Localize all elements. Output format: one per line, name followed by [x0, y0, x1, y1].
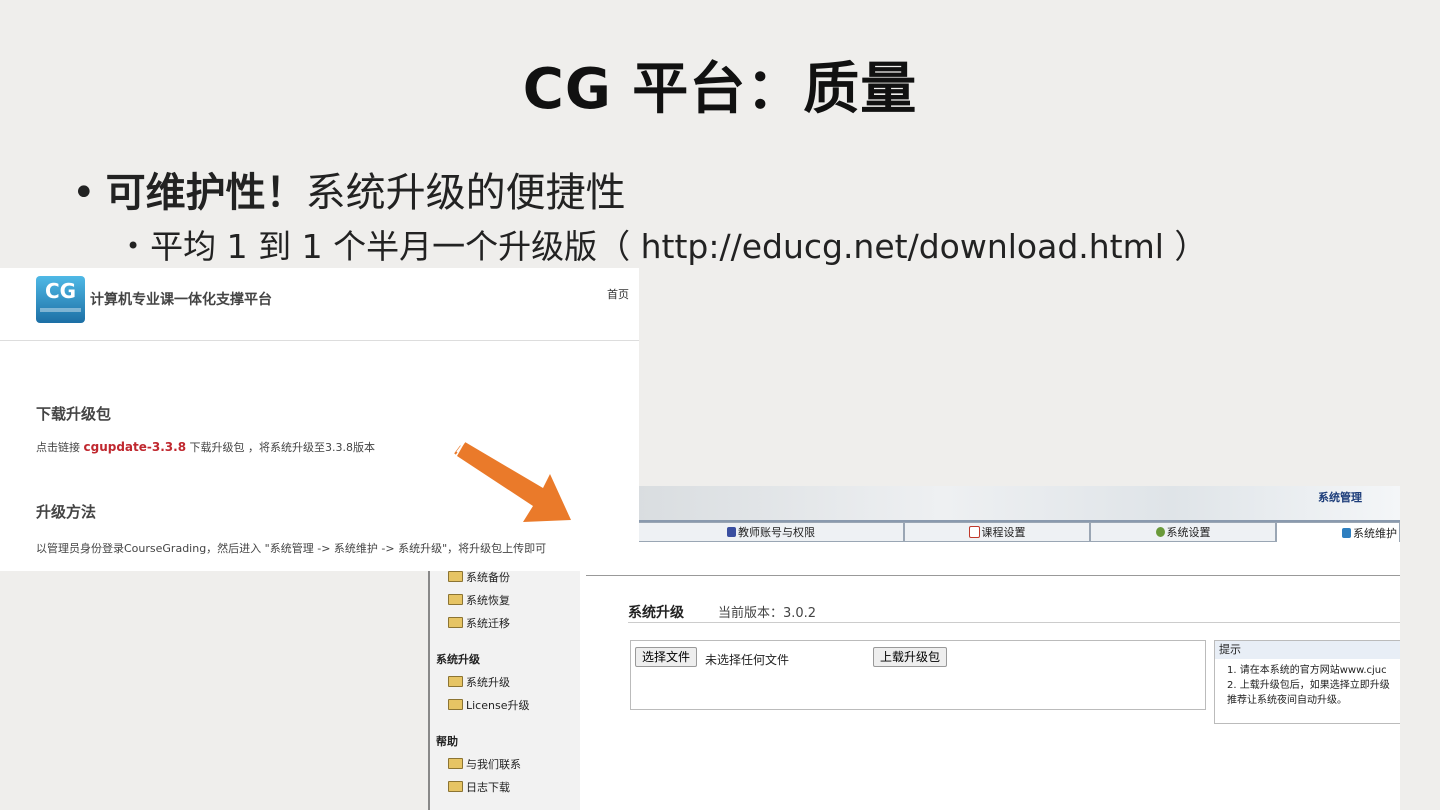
bullet-maintainability: • 可维护性！系统升级的便捷性 [72, 160, 626, 218]
folder-icon [448, 571, 463, 582]
tab-course-settings[interactable]: 课程设置 [904, 522, 1090, 542]
text: 下载升级包 ，将系统升级至3.3.8版本 [189, 441, 376, 454]
tip-line: 2. 上载升级包后，如果选择立即升级 [1227, 680, 1390, 691]
tip-line: 1. 请在本系统的官方网站www.cjuc [1227, 665, 1387, 676]
bullet-strong-text: 可维护性！ [105, 170, 306, 216]
tip-panel: 提示 1. 请在本系统的官方网站www.cjuc 2. 上载升级包后，如果选择立… [1214, 640, 1400, 724]
download-heading: 下载升级包 [36, 405, 112, 423]
sidebar-item-label: 系统备份 [466, 571, 510, 584]
sidebar-heading-upgrade: 系统升级 [436, 653, 480, 666]
divider [586, 575, 1400, 576]
sidebar-item-label: 系统迁移 [466, 617, 510, 630]
admin-tabs: 教师账号与权限 课程设置 系统设置 系统维护 [638, 520, 1400, 544]
site-title: 计算机专业课一体化支撑平台 [90, 292, 272, 308]
logo-text: CG [44, 279, 77, 303]
sub-bullet-text: 平均 1 到 1 个半月一个升级版（ http://educg.net/down… [150, 227, 1208, 266]
nav-home-link[interactable]: 首页 [607, 286, 629, 302]
tab-system-maintenance[interactable]: 系统维护 [1276, 522, 1400, 542]
tab-label: 教师账号与权限 [738, 526, 815, 539]
choose-file-button[interactable]: 选择文件 [635, 647, 698, 667]
bullet-dot: • [126, 232, 141, 260]
sub-bullet-release-frequency: • 平均 1 到 1 个半月一个升级版（ http://educg.net/dow… [126, 220, 1207, 268]
tab-label: 系统维护 [1353, 526, 1397, 540]
sidebar-item-label: 与我们联系 [466, 758, 521, 771]
text: 点击链接 [36, 441, 80, 454]
users-icon [727, 527, 736, 537]
sidebar-item-migrate[interactable]: 系统迁移 [430, 612, 580, 635]
cg-logo: CG [36, 276, 85, 323]
sidebar-heading-help: 帮助 [436, 735, 458, 748]
page-title: 系统升级 [628, 605, 684, 621]
banner-title: 系统管理 [1318, 491, 1362, 504]
tip-line: 推荐让系统夜间自动升级。 [1227, 695, 1347, 706]
tip-heading: 提示 [1215, 641, 1400, 659]
no-file-text: 未选择任何文件 [705, 653, 790, 667]
admin-sidebar: 系统备份 系统恢复 系统迁移 系统升级 系统升级 License升级 帮助 与我… [428, 556, 580, 810]
download-link[interactable]: cgupdate-3.3.8 [84, 440, 187, 454]
tab-teacher-accounts[interactable]: 教师账号与权限 [638, 522, 904, 542]
folder-icon [448, 758, 463, 769]
folder-icon [448, 781, 463, 792]
header-divider [0, 340, 639, 341]
sidebar-item-label: 日志下载 [466, 781, 510, 794]
sidebar-item-restore[interactable]: 系统恢复 [430, 589, 580, 612]
download-instructions: 点击链接 cgupdate-3.3.8 下载升级包 ，将系统升级至3.3.8版本 [36, 439, 375, 455]
tab-label: 课程设置 [981, 526, 1026, 539]
folder-icon [448, 594, 463, 605]
slide-title: CG 平台：质量 [522, 57, 918, 122]
upgrade-method-text: 以管理员身份登录CourseGrading，然后进入 "系统管理 -> 系统维护… [36, 542, 547, 555]
upgrade-method-heading: 升级方法 [36, 503, 97, 521]
bullet-dot: • [72, 170, 96, 216]
divider [628, 622, 1400, 623]
toolbox-icon [1342, 527, 1351, 538]
folder-icon [448, 617, 463, 628]
document-icon [968, 526, 980, 538]
tab-system-settings[interactable]: 系统设置 [1090, 522, 1276, 542]
sidebar-item-label: 系统恢复 [466, 594, 510, 607]
sidebar-item-license-upgrade[interactable]: License升级 [430, 694, 580, 717]
sidebar-item-contact[interactable]: 与我们联系 [430, 753, 580, 776]
folder-icon [448, 699, 463, 710]
logo-subtext-bar [40, 308, 81, 312]
upload-package-button[interactable]: 上载升级包 [873, 647, 948, 667]
folder-icon [448, 676, 463, 687]
tab-label: 系统设置 [1166, 526, 1211, 539]
gear-icon [1155, 527, 1165, 537]
arrow-pointer-icon [454, 439, 571, 522]
version-label: 当前版本：3.0.2 [718, 606, 817, 621]
sidebar-item-label: 系统升级 [466, 676, 510, 689]
sidebar-item-system-upgrade[interactable]: 系统升级 [430, 671, 580, 694]
sidebar-item-label: License升级 [466, 699, 530, 712]
admin-banner: 系统管理 [638, 486, 1400, 520]
bullet-text: 系统升级的便捷性 [305, 170, 626, 216]
sidebar-item-log-download[interactable]: 日志下载 [430, 776, 580, 799]
upload-panel: 选择文件 未选择任何文件 上载升级包 [630, 640, 1206, 710]
